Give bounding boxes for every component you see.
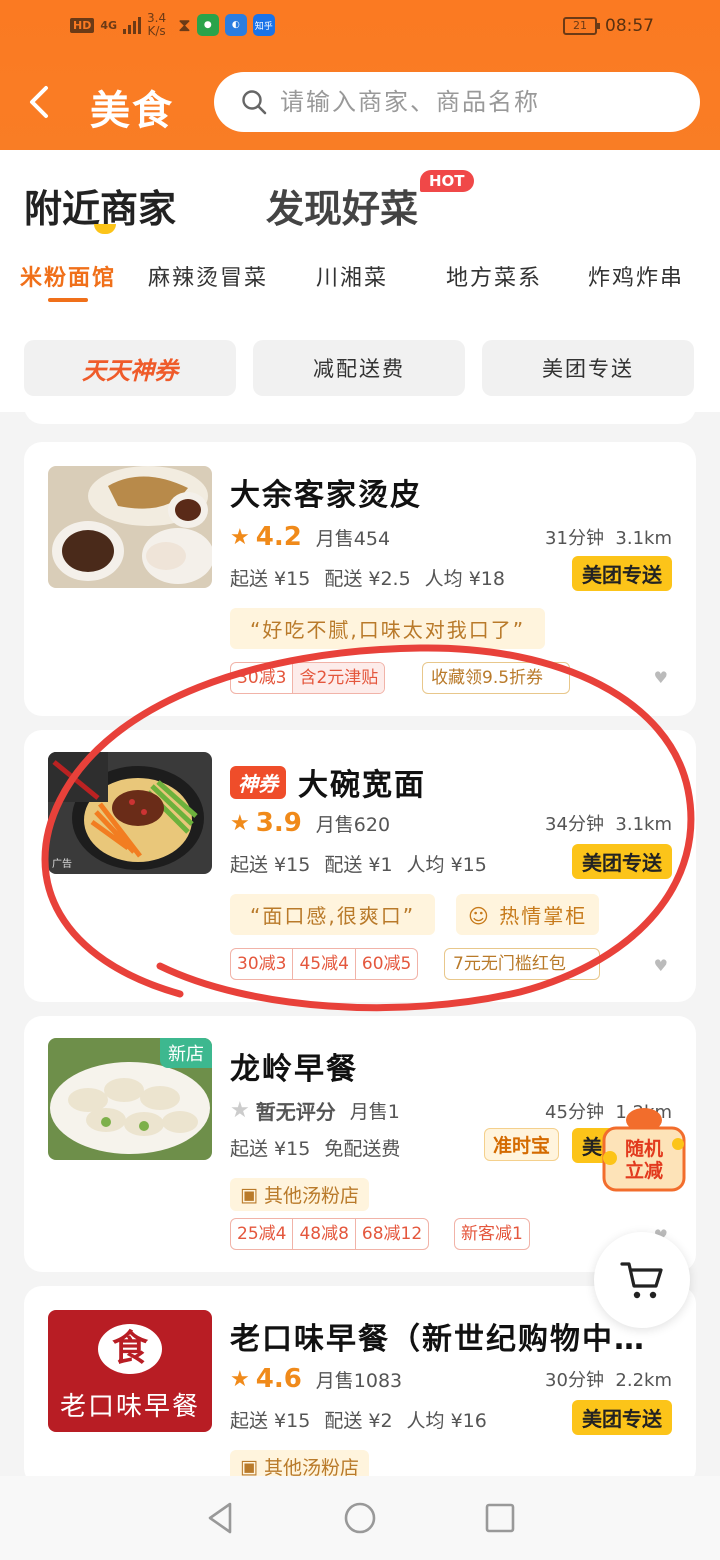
random-discount-promo[interactable]: 随机 立减 (600, 1104, 688, 1200)
clock: 08:57 (605, 16, 654, 36)
star-icon: ★ (230, 1366, 250, 1392)
monthly-sales: 月售1083 (315, 1369, 403, 1392)
network-speed: 3.4 K/s (147, 11, 167, 38)
promo-text: 随机 立减 (624, 1138, 663, 1182)
home-nav-icon[interactable] (342, 1500, 378, 1536)
time-distance: 31分钟 3.1km (545, 528, 672, 549)
recents-nav-icon[interactable] (482, 1500, 518, 1536)
system-navigation-bar (0, 1476, 720, 1560)
shop-name: 龙岭早餐 (230, 1052, 358, 1087)
fee-row: 起送 ¥15 配送 ¥2.5 人均 ¥18 (230, 568, 505, 590)
ad-label: 广告 (52, 859, 72, 870)
hot-badge: HOT (420, 170, 474, 192)
zhihu-notification-icon: 知乎 (252, 14, 275, 36)
header-bar: HD 4G 3.4 K/s ⧗ ● ◐ 知乎 21 08:57 美食 (0, 0, 720, 150)
category-noodles[interactable]: 米粉面馆 (20, 260, 116, 292)
shop-thumbnail: 新店 (48, 1038, 212, 1160)
smile-icon: ☺ (468, 904, 500, 928)
back-nav-icon[interactable] (202, 1500, 238, 1536)
on-time-badge: 准时宝 (484, 1128, 560, 1161)
new-shop-badge: 新店 (160, 1038, 212, 1068)
store-icon: ▣ (240, 1183, 258, 1206)
discount-tags: 25减4 48减8 68减12 (230, 1218, 430, 1250)
search-icon (242, 90, 267, 115)
cart-icon (620, 1262, 663, 1299)
meituan-delivery-badge: 美团专送 (572, 844, 672, 879)
category-underline (48, 298, 88, 302)
category-malatang[interactable]: 麻辣烫冒菜 (148, 260, 268, 292)
tab-discover-dishes[interactable]: 发现好菜 (266, 178, 418, 233)
back-button[interactable] (22, 80, 62, 124)
shop-card[interactable]: 大余客家烫皮 ★ 4.2 月售454 31分钟 3.1km 起送 ¥15 配送 … (24, 442, 696, 716)
shop-thumbnail (48, 466, 212, 588)
search-bar[interactable] (214, 72, 700, 132)
star-icon: ★ (230, 524, 250, 550)
review-quote: “好吃不腻,口味太对我口了” (230, 608, 546, 649)
star-icon: ★ (230, 1098, 250, 1123)
category-regional[interactable]: 地方菜系 (446, 260, 542, 292)
shop-rating: 4.6 (255, 1364, 302, 1394)
signal-icon (123, 16, 142, 34)
filter-reduced-delivery[interactable]: 减配送费 (253, 340, 465, 396)
discount-tags: 30减3 45减4 60减5 (230, 948, 419, 980)
network-type: 4G (100, 18, 118, 32)
rating-row: ★ 3.9 月售620 (230, 808, 390, 838)
category-sichuan-hunan[interactable]: 川湘菜 (316, 260, 388, 292)
fee-row: 起送 ¥15 配送 ¥1 人均 ¥15 (230, 854, 487, 876)
time-distance: 34分钟 3.1km (545, 814, 672, 835)
page-title: 美食 (90, 88, 174, 134)
shop-name-row: 神券 大碗宽面 (230, 760, 426, 804)
rating-row: ★ 4.2 月售454 (230, 522, 390, 552)
cart-button[interactable] (594, 1232, 690, 1328)
filter-daily-coupon[interactable]: 天天神券 (24, 340, 236, 396)
fee-row: 起送 ¥15 免配送费 (230, 1138, 401, 1160)
store-type-tag: ▣ 其他汤粉店 (230, 1178, 369, 1211)
monthly-sales: 月售620 (315, 813, 391, 836)
fee-row: 起送 ¥15 配送 ¥2 人均 ¥16 (230, 1410, 487, 1432)
meituan-delivery-badge: 美团专送 (572, 556, 672, 591)
review-quote: “面口感,很爽口” (230, 894, 436, 935)
hd-indicator: HD (70, 17, 95, 33)
shop-rating: 4.2 (255, 522, 302, 552)
chevron-left-icon (30, 86, 48, 118)
friendly-owner-tag: ☺ 热情掌柜 (456, 894, 600, 935)
shop-thumbnail: 广告 (48, 752, 212, 874)
shop-rating: 3.9 (255, 808, 302, 838)
coupon-badge: 神券 (230, 765, 286, 799)
filter-meituan-delivery[interactable]: 美团专送 (482, 340, 694, 396)
shop-name: 大余客家烫皮 (230, 478, 422, 513)
new-customer-tag: 新客减1 (454, 1218, 530, 1250)
logo-text: 老口味早餐 (59, 1392, 200, 1422)
shop-card[interactable]: 食 老口味早餐 老口味早餐（新世纪购物中… ★ 4.6 月售1083 30分钟 … (24, 1286, 696, 1486)
shop-card[interactable]: 广告 神券 大碗宽面 ★ 3.9 月售620 34分钟 3.1km 起送 ¥15… (24, 730, 696, 1002)
shop-logo: 食 老口味早餐 (48, 1310, 212, 1432)
logo-character: 食 (98, 1324, 162, 1374)
shop-card[interactable]: 新店 龙岭早餐 ★ 暂无评分 月售1 45分钟 1.2km 起送 ¥15 免配送… (24, 1016, 696, 1272)
dropdown-icon[interactable]: ♥ (654, 956, 668, 975)
shop-name: 老口味早餐（新世纪购物中… (230, 1322, 646, 1357)
star-icon: ★ (230, 810, 250, 836)
dropdown-icon[interactable]: ♥ (654, 668, 668, 687)
discount-tags: 30减3 含2元津贴 (230, 662, 386, 694)
store-icon: ▣ (240, 1455, 258, 1478)
meituan-delivery-badge: 美团专送 (572, 1400, 672, 1435)
filter-section: 附近商家 发现好菜 HOT 米粉面馆 麻辣烫冒菜 川湘菜 地方菜系 炸鸡炸串 天… (0, 150, 720, 412)
battery-icon: 21 (563, 17, 600, 35)
status-bar: HD 4G 3.4 K/s ⧗ ● ◐ 知乎 21 08:57 (0, 0, 720, 56)
monthly-sales: 月售1 (349, 1101, 400, 1123)
hourglass-icon: ⧗ (178, 14, 191, 36)
previous-card-edge (24, 400, 696, 424)
rating-row: ★ 4.6 月售1083 (230, 1364, 402, 1394)
red-packet-tag: 7元无门槛红包 (444, 948, 600, 980)
collect-coupon-tag: 收藏领9.5折券 (422, 662, 570, 694)
monthly-sales: 月售454 (315, 527, 391, 550)
rating-row: ★ 暂无评分 月售1 (230, 1096, 400, 1125)
shop-name: 大碗宽面 (298, 768, 426, 803)
app-notification-icon: ● (196, 14, 219, 36)
no-rating: 暂无评分 (255, 1100, 336, 1124)
browser-notification-icon: ◐ (224, 14, 247, 36)
search-input[interactable] (280, 88, 660, 116)
time-distance: 30分钟 2.2km (545, 1370, 672, 1391)
category-fried-chicken[interactable]: 炸鸡炸串 (588, 260, 684, 292)
